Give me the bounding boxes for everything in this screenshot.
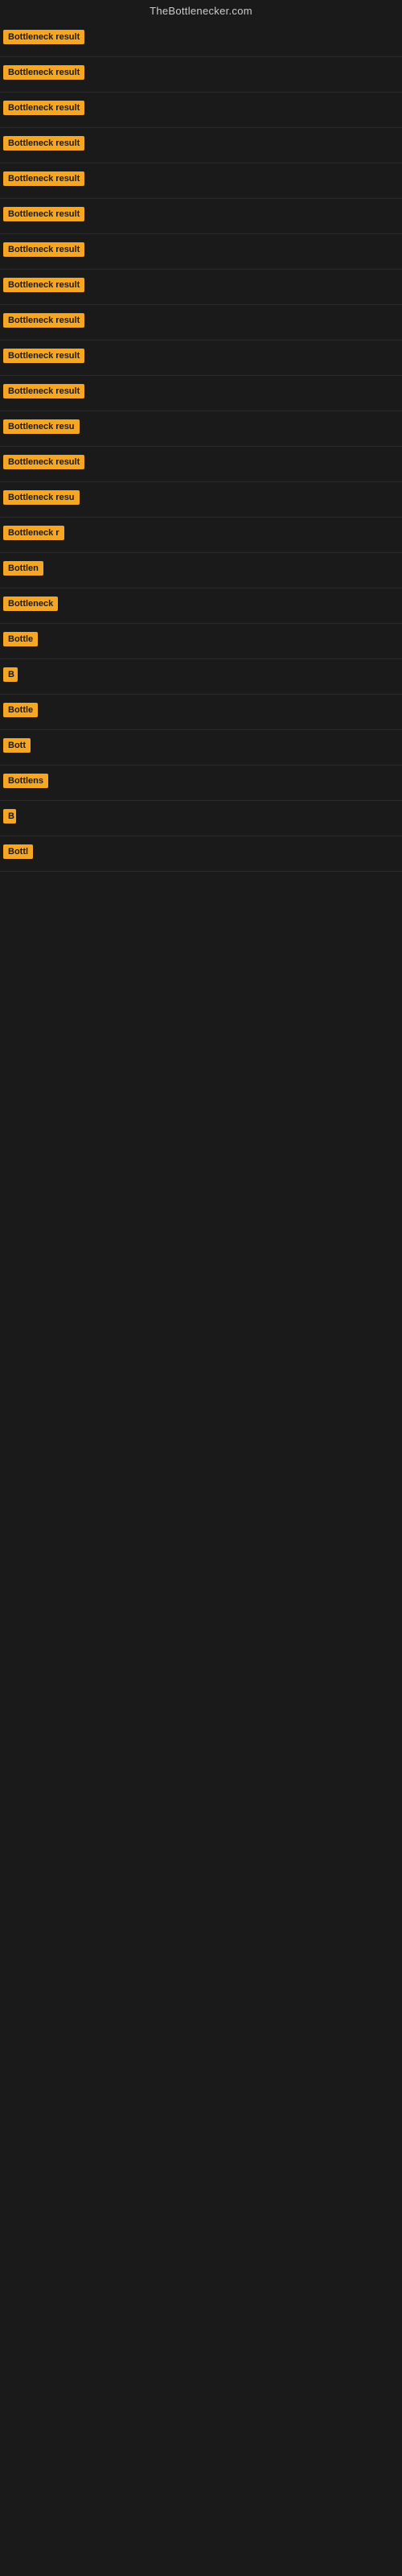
table-row: Bottl xyxy=(0,836,402,872)
bottleneck-result-badge[interactable]: Bott xyxy=(3,738,31,753)
table-row: Bottleneck resu xyxy=(0,482,402,518)
table-row: B xyxy=(0,659,402,695)
bottleneck-result-badge[interactable]: Bottleneck result xyxy=(3,171,84,186)
table-row: Bottleneck result xyxy=(0,128,402,163)
bottleneck-result-badge[interactable]: Bottleneck result xyxy=(3,455,84,469)
bottleneck-result-badge[interactable]: Bottleneck result xyxy=(3,65,84,80)
table-row: Bottlens xyxy=(0,766,402,801)
bottleneck-result-badge[interactable]: Bottleneck result xyxy=(3,313,84,328)
bottleneck-result-badge[interactable]: Bottleneck result xyxy=(3,242,84,257)
bottleneck-result-badge[interactable]: B xyxy=(3,667,18,682)
site-title: TheBottlenecker.com xyxy=(0,0,402,22)
table-row: Bottleneck result xyxy=(0,163,402,199)
bottleneck-result-badge[interactable]: Bottleneck xyxy=(3,597,58,611)
table-row: Bottleneck result xyxy=(0,341,402,376)
site-header: TheBottlenecker.com xyxy=(0,0,402,22)
table-row: Bottle xyxy=(0,695,402,730)
table-row: Bottleneck result xyxy=(0,22,402,57)
bottleneck-result-badge[interactable]: Bottleneck result xyxy=(3,384,84,398)
bottleneck-result-badge[interactable]: Bottleneck resu xyxy=(3,490,80,505)
bottleneck-result-badge[interactable]: Bottle xyxy=(3,703,38,717)
table-row: Bottleneck result xyxy=(0,270,402,305)
bottleneck-result-badge[interactable]: Bottleneck result xyxy=(3,349,84,363)
bottleneck-result-badge[interactable]: Bottleneck result xyxy=(3,101,84,115)
bottleneck-result-badge[interactable]: Bottleneck result xyxy=(3,207,84,221)
table-row: Bottleneck xyxy=(0,588,402,624)
bottleneck-result-badge[interactable]: Bottleneck resu xyxy=(3,419,80,434)
rows-container: Bottleneck result Bottleneck result Bottle… xyxy=(0,22,402,872)
bottleneck-result-badge[interactable]: Bottleneck result xyxy=(3,136,84,151)
bottleneck-result-badge[interactable]: Bottleneck result xyxy=(3,278,84,292)
table-row: Bottleneck r xyxy=(0,518,402,553)
bottleneck-result-badge[interactable]: B xyxy=(3,809,16,824)
bottleneck-result-badge[interactable]: Bottlens xyxy=(3,774,48,788)
table-row: B xyxy=(0,801,402,836)
table-row: Bottleneck result xyxy=(0,57,402,93)
bottleneck-result-badge[interactable]: Bottleneck r xyxy=(3,526,64,540)
table-row: Bottleneck result xyxy=(0,199,402,234)
table-row: Bottleneck result xyxy=(0,305,402,341)
table-row: Bottlen xyxy=(0,553,402,588)
table-row: Bottleneck result xyxy=(0,234,402,270)
bottleneck-result-badge[interactable]: Bottleneck result xyxy=(3,30,84,44)
table-row: Bottle xyxy=(0,624,402,659)
table-row: Bott xyxy=(0,730,402,766)
bottleneck-result-badge[interactable]: Bottlen xyxy=(3,561,43,576)
table-row: Bottleneck result xyxy=(0,93,402,128)
bottleneck-result-badge[interactable]: Bottle xyxy=(3,632,38,646)
bottleneck-result-badge[interactable]: Bottl xyxy=(3,844,33,859)
table-row: Bottleneck result xyxy=(0,447,402,482)
table-row: Bottleneck result xyxy=(0,376,402,411)
table-row: Bottleneck resu xyxy=(0,411,402,447)
